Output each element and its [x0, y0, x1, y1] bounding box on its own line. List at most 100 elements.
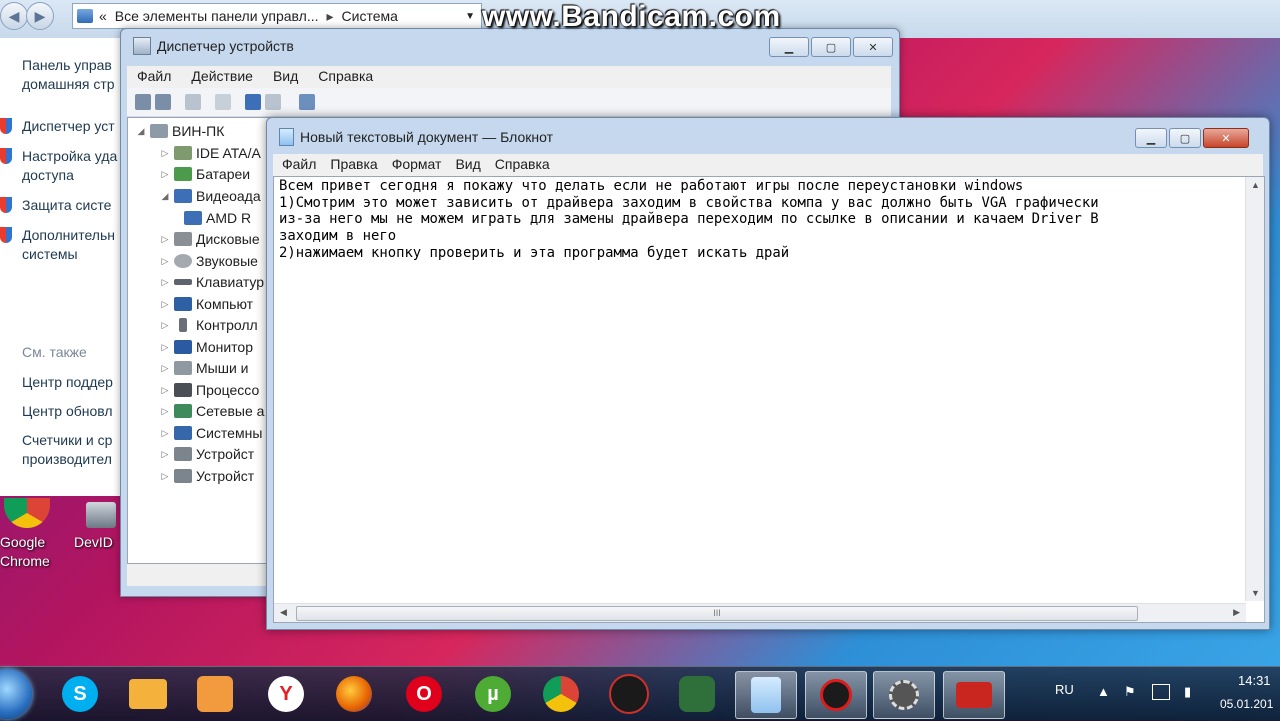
tree-item[interactable]: ▷ Мыши и — [160, 360, 249, 376]
tree-item[interactable]: ▷ Звуковые — [160, 253, 258, 269]
minimize-button[interactable]: ▁ — [1135, 128, 1167, 148]
taskbar-settings[interactable] — [873, 671, 935, 719]
tree-item[interactable]: ▷ Процессо — [160, 382, 260, 398]
tree-item[interactable]: ▷ Контролл — [160, 317, 258, 333]
expand-arrow-icon[interactable]: ▷ — [160, 256, 170, 267]
sidebar-link-windows-update[interactable]: Центр обновл — [22, 402, 113, 421]
maximize-button[interactable]: ▢ — [1169, 128, 1201, 148]
sidebar-link-advanced[interactable]: Дополнительн — [22, 226, 115, 245]
sidebar-link-remote-settings[interactable]: Настройка уда — [22, 147, 117, 166]
menu-help[interactable]: Справка — [489, 154, 558, 176]
notepad-text-area[interactable]: Всем привет сегодня я покажу что делать … — [273, 176, 1265, 623]
taskbar-yandex-browser[interactable]: Y — [256, 671, 316, 717]
view-icon[interactable] — [265, 94, 281, 110]
expand-arrow-icon[interactable]: ▷ — [160, 320, 170, 331]
taskbar-notepad[interactable] — [735, 671, 797, 719]
tree-item[interactable]: ▷ Компьют — [160, 296, 254, 312]
close-button[interactable]: ✕ — [1203, 128, 1249, 148]
tree-item[interactable]: ▷ Сетевые а — [160, 403, 265, 419]
desktop-icon-google-chrome[interactable]: Google Chrome — [0, 533, 60, 571]
menu-view[interactable]: Вид — [449, 154, 488, 176]
tree-item[interactable]: ▷ Клавиатур — [160, 274, 265, 290]
tree-item[interactable]: AMD R — [184, 210, 251, 226]
scroll-right-arrow-icon[interactable]: ▶ — [1233, 607, 1240, 618]
expand-arrow-icon[interactable]: ▷ — [160, 471, 170, 482]
taskbar-explorer[interactable] — [118, 671, 178, 717]
menu-view[interactable]: Вид — [263, 66, 308, 88]
taskbar-chrome[interactable] — [531, 671, 591, 717]
minimize-button[interactable]: ▁ — [769, 37, 809, 57]
expand-arrow-icon[interactable]: ▷ — [160, 363, 170, 374]
taskbar-uc-app[interactable] — [599, 671, 659, 717]
forward-arrow-icon[interactable]: ▶ — [26, 2, 54, 30]
show-hidden-icons-arrow-icon[interactable]: ▲ — [1097, 684, 1110, 699]
taskbar-snake-app[interactable] — [667, 671, 727, 717]
taskbar-firefox[interactable] — [324, 671, 384, 717]
scroll-up-arrow-icon[interactable]: ▲ — [1251, 180, 1260, 190]
menu-file[interactable]: Файл — [273, 154, 324, 176]
menu-format[interactable]: Формат — [386, 154, 450, 176]
expand-arrow-icon[interactable]: ▷ — [160, 342, 170, 353]
taskbar-skype[interactable]: S — [50, 671, 110, 717]
tree-view-icon[interactable] — [185, 94, 201, 110]
tree-item[interactable]: ▷ Устройст — [160, 468, 255, 484]
menu-edit[interactable]: Правка — [324, 154, 385, 176]
tree-item[interactable]: ▷ Батареи — [160, 166, 251, 182]
signal-bars-icon[interactable]: ▮ — [1184, 684, 1191, 700]
menu-file[interactable]: Файл — [127, 66, 181, 88]
network-icon[interactable] — [1152, 684, 1170, 700]
back-arrow-icon[interactable]: ◀ — [0, 2, 28, 30]
flag-icon[interactable]: ⚑ — [1124, 684, 1136, 700]
sidebar-link-device-manager[interactable]: Диспетчер уст — [22, 117, 115, 136]
expand-arrow-icon[interactable]: ▷ — [160, 385, 170, 396]
desktop-icon-devid[interactable]: DevID — [74, 533, 113, 552]
notepad-titlebar[interactable]: Новый текстовый документ — Блокнот — [279, 128, 553, 146]
expand-arrow-icon[interactable]: ▷ — [160, 234, 170, 245]
expand-arrow-icon[interactable]: ▷ — [160, 299, 170, 310]
sidebar-link-remote-settings-2[interactable]: доступа — [22, 166, 74, 185]
collapse-arrow-icon[interactable]: ◢ — [136, 126, 146, 137]
expand-arrow-icon[interactable]: ▷ — [160, 148, 170, 159]
devid-icon[interactable] — [86, 502, 116, 528]
taskbar-bandicam[interactable] — [805, 671, 867, 719]
expand-arrow-icon[interactable]: ▷ — [160, 449, 170, 460]
help-icon[interactable] — [245, 94, 261, 110]
tree-item[interactable]: ▷ Монитор — [160, 339, 253, 355]
maximize-button[interactable]: ▢ — [811, 37, 851, 57]
address-breadcrumb[interactable]: Все элементы панели управл... — [115, 8, 319, 24]
language-indicator[interactable]: RU — [1055, 682, 1074, 697]
sidebar-link-performance-2[interactable]: производител — [22, 450, 112, 469]
tree-root[interactable]: ◢ ВИН-ПК — [136, 123, 225, 139]
sidebar-link-advanced-2[interactable]: системы — [22, 245, 78, 264]
sidebar-link-performance[interactable]: Счетчики и ср — [22, 431, 112, 450]
sidebar-link-action-center[interactable]: Центр поддер — [22, 373, 113, 392]
scan-hardware-icon[interactable] — [299, 94, 315, 110]
taskbar-utorrent[interactable]: µ — [463, 671, 523, 717]
properties-icon[interactable] — [215, 94, 231, 110]
taskbar-media-player[interactable] — [185, 671, 245, 717]
collapse-arrow-icon[interactable]: ◢ — [160, 191, 170, 202]
notepad-text[interactable]: Всем привет сегодня я покажу что делать … — [279, 178, 1240, 262]
expand-arrow-icon[interactable]: ▷ — [160, 277, 170, 288]
menu-help[interactable]: Справка — [308, 66, 383, 88]
clock-date[interactable]: 05.01.201 — [1220, 697, 1273, 711]
taskbar-opera[interactable]: O — [394, 671, 454, 717]
taskbar-toolbox[interactable] — [943, 671, 1005, 719]
forward-arrow-icon[interactable] — [155, 94, 171, 110]
tree-item[interactable]: ◢ Видеоада — [160, 188, 261, 204]
sidebar-link-control-panel-home[interactable]: Панель управ — [22, 56, 112, 75]
close-button[interactable]: ✕ — [853, 37, 893, 57]
scroll-down-arrow-icon[interactable]: ▼ — [1251, 588, 1260, 598]
address-current[interactable]: Система — [342, 8, 398, 24]
scroll-left-arrow-icon[interactable]: ◀ — [280, 607, 287, 618]
device-manager-titlebar[interactable]: Диспетчер устройств — [133, 37, 294, 55]
tree-item[interactable]: ▷ Устройст — [160, 446, 255, 462]
tree-item[interactable]: ▷ Дисковые — [160, 231, 260, 247]
horizontal-scrollbar[interactable]: ◀ III ▶ — [274, 603, 1246, 622]
expand-arrow-icon[interactable]: ▷ — [160, 406, 170, 417]
expand-arrow-icon[interactable]: ▷ — [160, 169, 170, 180]
start-button-windows-icon[interactable] — [0, 669, 32, 719]
tree-item[interactable]: ▷ IDE ATA/A — [160, 145, 261, 161]
vertical-scrollbar[interactable]: ▲ ▼ — [1245, 177, 1264, 601]
tree-item[interactable]: ▷ Системны — [160, 425, 263, 441]
